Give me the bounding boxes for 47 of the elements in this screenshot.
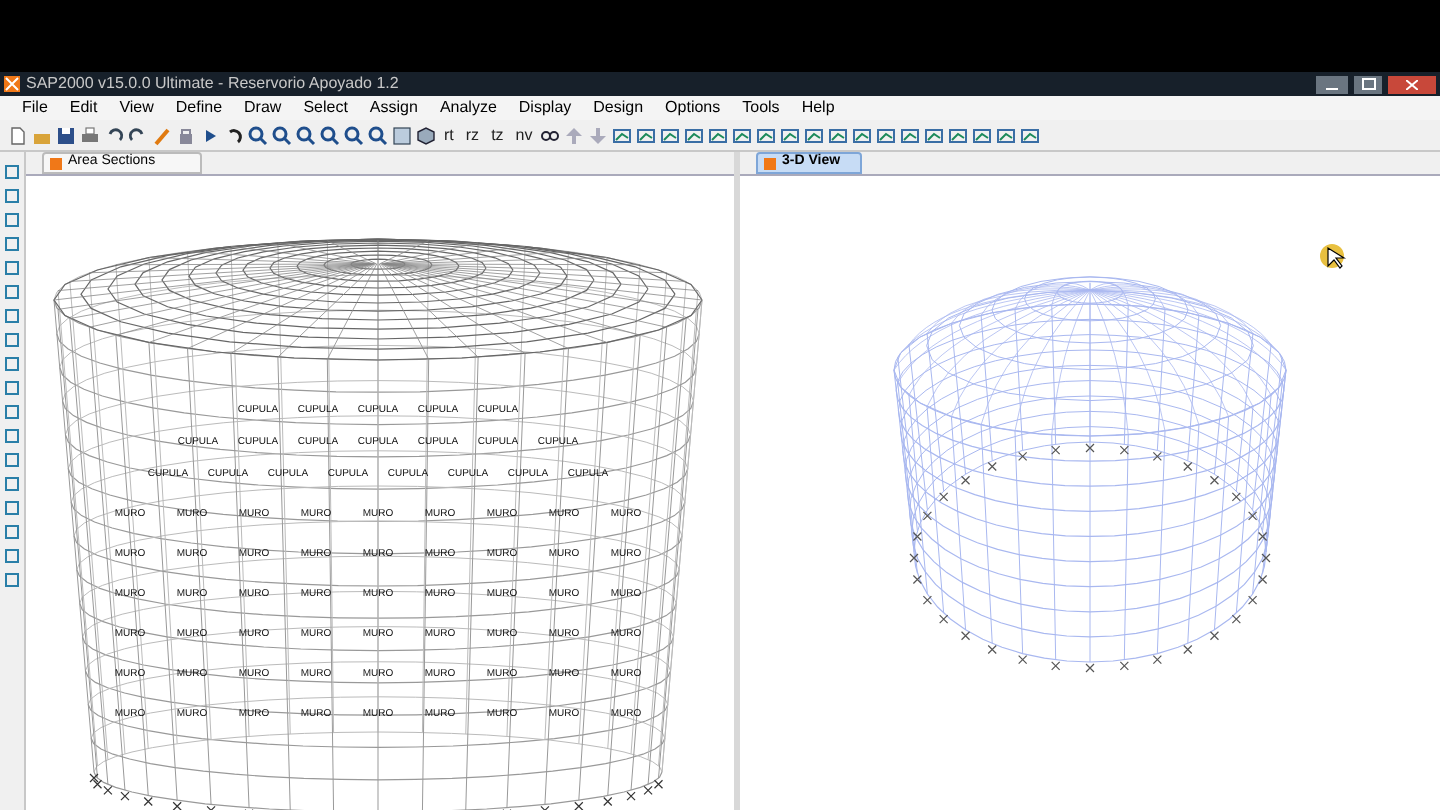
maximize-icon <box>1361 78 1375 90</box>
app-icon <box>4 76 20 92</box>
window-title: SAP2000 v15.0.0 Ultimate - Reservorio Apoyado 1.2 <box>26 76 399 92</box>
square-icon[interactable] <box>4 380 20 396</box>
menu-item[interactable]: File <box>12 100 58 116</box>
zoom-icon[interactable] <box>344 125 364 145</box>
menu-item[interactable]: Design <box>583 100 654 116</box>
save-icon[interactable] <box>56 125 76 145</box>
menu-item[interactable]: View <box>109 100 164 116</box>
app-icon <box>50 157 62 169</box>
app-icon <box>764 157 776 169</box>
minimize-button[interactable] <box>1316 75 1348 93</box>
menu-item[interactable]: Analyze <box>429 100 507 116</box>
lock-icon[interactable] <box>176 125 196 145</box>
view-button[interactable]: tz <box>487 127 508 143</box>
menu-item[interactable]: Define <box>165 100 233 116</box>
rotate-icon[interactable] <box>224 125 244 145</box>
redo-icon[interactable] <box>128 125 148 145</box>
new-file-icon[interactable] <box>8 125 28 145</box>
undo-icon[interactable] <box>104 125 124 145</box>
menu-item[interactable]: Tools <box>732 100 790 116</box>
view-button[interactable]: nv <box>511 127 537 143</box>
zoom-icon[interactable] <box>272 125 292 145</box>
menu-item[interactable]: Edit <box>59 100 108 116</box>
menu-item[interactable]: Display <box>508 100 582 116</box>
play-icon[interactable] <box>200 125 220 145</box>
square-icon[interactable] <box>4 356 20 372</box>
view-button[interactable]: rz <box>461 127 484 143</box>
menu-item[interactable]: Assign <box>359 100 428 116</box>
menu-item[interactable]: Options <box>655 100 731 116</box>
zoom-icon[interactable] <box>320 125 340 145</box>
view-button[interactable]: rt <box>440 127 458 143</box>
zoom-icon[interactable] <box>368 125 388 145</box>
maximize-button[interactable] <box>1354 75 1382 93</box>
zoom-icon[interactable] <box>296 125 316 145</box>
menu-item[interactable]: Help <box>791 100 845 116</box>
zoom-icon[interactable] <box>248 125 268 145</box>
cursor-icon <box>1327 246 1347 269</box>
print-icon[interactable] <box>80 125 100 145</box>
eye-icon[interactable] <box>540 125 561 145</box>
close-icon <box>1406 79 1418 89</box>
menu-item[interactable]: Select <box>293 100 358 116</box>
threed-view-icon[interactable] <box>416 125 436 145</box>
chart-icon[interactable] <box>636 125 657 145</box>
minimize-icon <box>1326 87 1338 89</box>
close-button[interactable] <box>1388 75 1436 93</box>
menu-item[interactable]: Draw <box>234 100 292 116</box>
